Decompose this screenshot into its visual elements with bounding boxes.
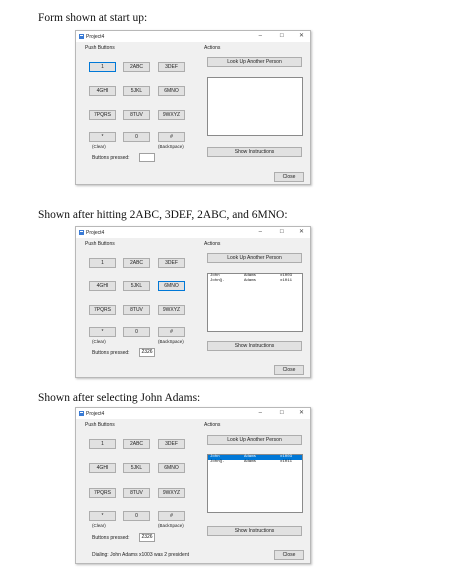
key-hash-button[interactable]: # <box>158 132 185 142</box>
list-item-first: JohnQ. <box>210 460 225 464</box>
close-window-icon[interactable]: ✕ <box>299 33 304 40</box>
project-window-after-keys: Project4 – ☐ ✕ Push Buttons Actions 1 2A… <box>75 226 311 378</box>
key-6mno-button[interactable]: 6MNO <box>158 281 185 291</box>
close-window-icon[interactable]: ✕ <box>299 229 304 236</box>
buttons-pressed-label: Buttons pressed: <box>92 350 130 356</box>
key-8tuv-button[interactable]: 8TUV <box>123 488 150 498</box>
key-5jkl-button[interactable]: 5JKL <box>123 463 150 473</box>
push-buttons-group-label: Push Buttons <box>85 422 115 428</box>
key-1-button[interactable]: 1 <box>89 439 116 449</box>
minimize-icon[interactable]: – <box>259 33 262 40</box>
key-4ghi-button[interactable]: 4GHI <box>89 463 116 473</box>
list-item-ext: x1011 <box>280 279 293 283</box>
key-5jkl-button[interactable]: 5JKL <box>123 86 150 96</box>
key-6mno-button[interactable]: 6MNO <box>158 463 185 473</box>
window-title: Project4 <box>86 33 105 40</box>
key-3def-button[interactable]: 3DEF <box>158 258 185 268</box>
buttons-pressed-field[interactable] <box>139 153 155 162</box>
maximize-icon[interactable]: ☐ <box>280 410 284 417</box>
key-hash-button[interactable]: # <box>158 327 185 337</box>
backspace-label: (BackSpace) <box>158 523 184 528</box>
key-1-button[interactable]: 1 <box>89 258 116 268</box>
backspace-label: (BackSpace) <box>158 144 184 149</box>
look-up-button[interactable]: Look Up Another Person <box>207 253 302 263</box>
key-star-button[interactable]: * <box>89 511 116 521</box>
buttons-pressed-label: Buttons pressed: <box>92 155 130 161</box>
clear-label: (Clear) <box>92 339 106 344</box>
project-window-after-select: Project4 – ☐ ✕ Push Buttons Actions 1 2A… <box>75 407 311 564</box>
key-7pqrs-button[interactable]: 7PQRS <box>89 305 116 315</box>
minimize-icon[interactable]: – <box>259 229 262 236</box>
key-8tuv-button[interactable]: 8TUV <box>123 305 150 315</box>
key-7pqrs-button[interactable]: 7PQRS <box>89 110 116 120</box>
key-2abc-button[interactable]: 2ABC <box>123 62 150 72</box>
push-buttons-group-label: Push Buttons <box>85 241 115 247</box>
look-up-button[interactable]: Look Up Another Person <box>207 435 302 445</box>
list-item-ext: x1011 <box>280 460 293 464</box>
close-button[interactable]: Close <box>274 172 304 182</box>
title-bar[interactable]: Project4 – ☐ ✕ <box>76 408 310 419</box>
dialing-status: Dialing: John Adams x1003 was 2 presiden… <box>92 552 190 558</box>
maximize-icon[interactable]: ☐ <box>280 33 284 40</box>
key-9wxyz-button[interactable]: 9WXYZ <box>158 110 185 120</box>
key-0-button[interactable]: 0 <box>123 327 150 337</box>
key-6mno-button[interactable]: 6MNO <box>158 86 185 96</box>
show-instructions-button[interactable]: Show Instructions <box>207 526 302 536</box>
title-bar[interactable]: Project4 – ☐ ✕ <box>76 227 310 238</box>
caption-after-select: Shown after selecting John Adams: <box>38 392 201 404</box>
key-star-button[interactable]: * <box>89 327 116 337</box>
list-item[interactable]: JohnQ. Adams x1011 <box>208 279 302 284</box>
project-window-startup: Project4 – ☐ ✕ Push Buttons Actions 1 2A… <box>75 30 311 185</box>
key-4ghi-button[interactable]: 4GHI <box>89 86 116 96</box>
key-9wxyz-button[interactable]: 9WXYZ <box>158 305 185 315</box>
list-item-last: Adams <box>244 460 257 464</box>
buttons-pressed-field[interactable]: 2326 <box>139 348 155 357</box>
minimize-icon[interactable]: – <box>259 410 262 417</box>
key-2abc-button[interactable]: 2ABC <box>123 439 150 449</box>
buttons-pressed-label: Buttons pressed: <box>92 535 130 541</box>
actions-group-label: Actions <box>204 422 221 428</box>
list-item-first: JohnQ. <box>210 279 225 283</box>
push-buttons-group-label: Push Buttons <box>85 45 115 51</box>
key-7pqrs-button[interactable]: 7PQRS <box>89 488 116 498</box>
key-5jkl-button[interactable]: 5JKL <box>123 281 150 291</box>
actions-group-label: Actions <box>204 241 221 247</box>
key-1-button[interactable]: 1 <box>89 62 116 72</box>
key-0-button[interactable]: 0 <box>123 511 150 521</box>
actions-group-label: Actions <box>204 45 221 51</box>
window-title: Project4 <box>86 229 105 236</box>
key-0-button[interactable]: 0 <box>123 132 150 142</box>
app-icon <box>79 230 84 235</box>
title-bar[interactable]: Project4 – ☐ ✕ <box>76 31 310 42</box>
close-window-icon[interactable]: ✕ <box>299 410 304 417</box>
app-icon <box>79 34 84 39</box>
caption-startup: Form shown at start up: <box>38 12 148 24</box>
app-icon <box>79 411 84 416</box>
key-hash-button[interactable]: # <box>158 511 185 521</box>
look-up-button[interactable]: Look Up Another Person <box>207 57 302 67</box>
close-button[interactable]: Close <box>274 550 304 560</box>
results-listbox[interactable]: John Adams x1003 JohnQ. Adams x1011 <box>207 454 303 513</box>
key-2abc-button[interactable]: 2ABC <box>123 258 150 268</box>
key-4ghi-button[interactable]: 4GHI <box>89 281 116 291</box>
key-3def-button[interactable]: 3DEF <box>158 62 185 72</box>
key-3def-button[interactable]: 3DEF <box>158 439 185 449</box>
clear-label: (Clear) <box>92 523 106 528</box>
clear-label: (Clear) <box>92 144 106 149</box>
close-button[interactable]: Close <box>274 365 304 375</box>
show-instructions-button[interactable]: Show Instructions <box>207 147 302 157</box>
key-8tuv-button[interactable]: 8TUV <box>123 110 150 120</box>
results-listbox[interactable] <box>207 77 303 136</box>
caption-after-keys: Shown after hitting 2ABC, 3DEF, 2ABC, an… <box>38 209 288 221</box>
list-item-last: Adams <box>244 279 257 283</box>
backspace-label: (BackSpace) <box>158 339 184 344</box>
key-9wxyz-button[interactable]: 9WXYZ <box>158 488 185 498</box>
buttons-pressed-field[interactable]: 2326 <box>139 533 155 542</box>
maximize-icon[interactable]: ☐ <box>280 229 284 236</box>
key-star-button[interactable]: * <box>89 132 116 142</box>
window-title: Project4 <box>86 410 105 417</box>
show-instructions-button[interactable]: Show Instructions <box>207 341 302 351</box>
results-listbox[interactable]: John Adams x1003 JohnQ. Adams x1011 <box>207 273 303 332</box>
list-item[interactable]: JohnQ. Adams x1011 <box>208 460 302 465</box>
